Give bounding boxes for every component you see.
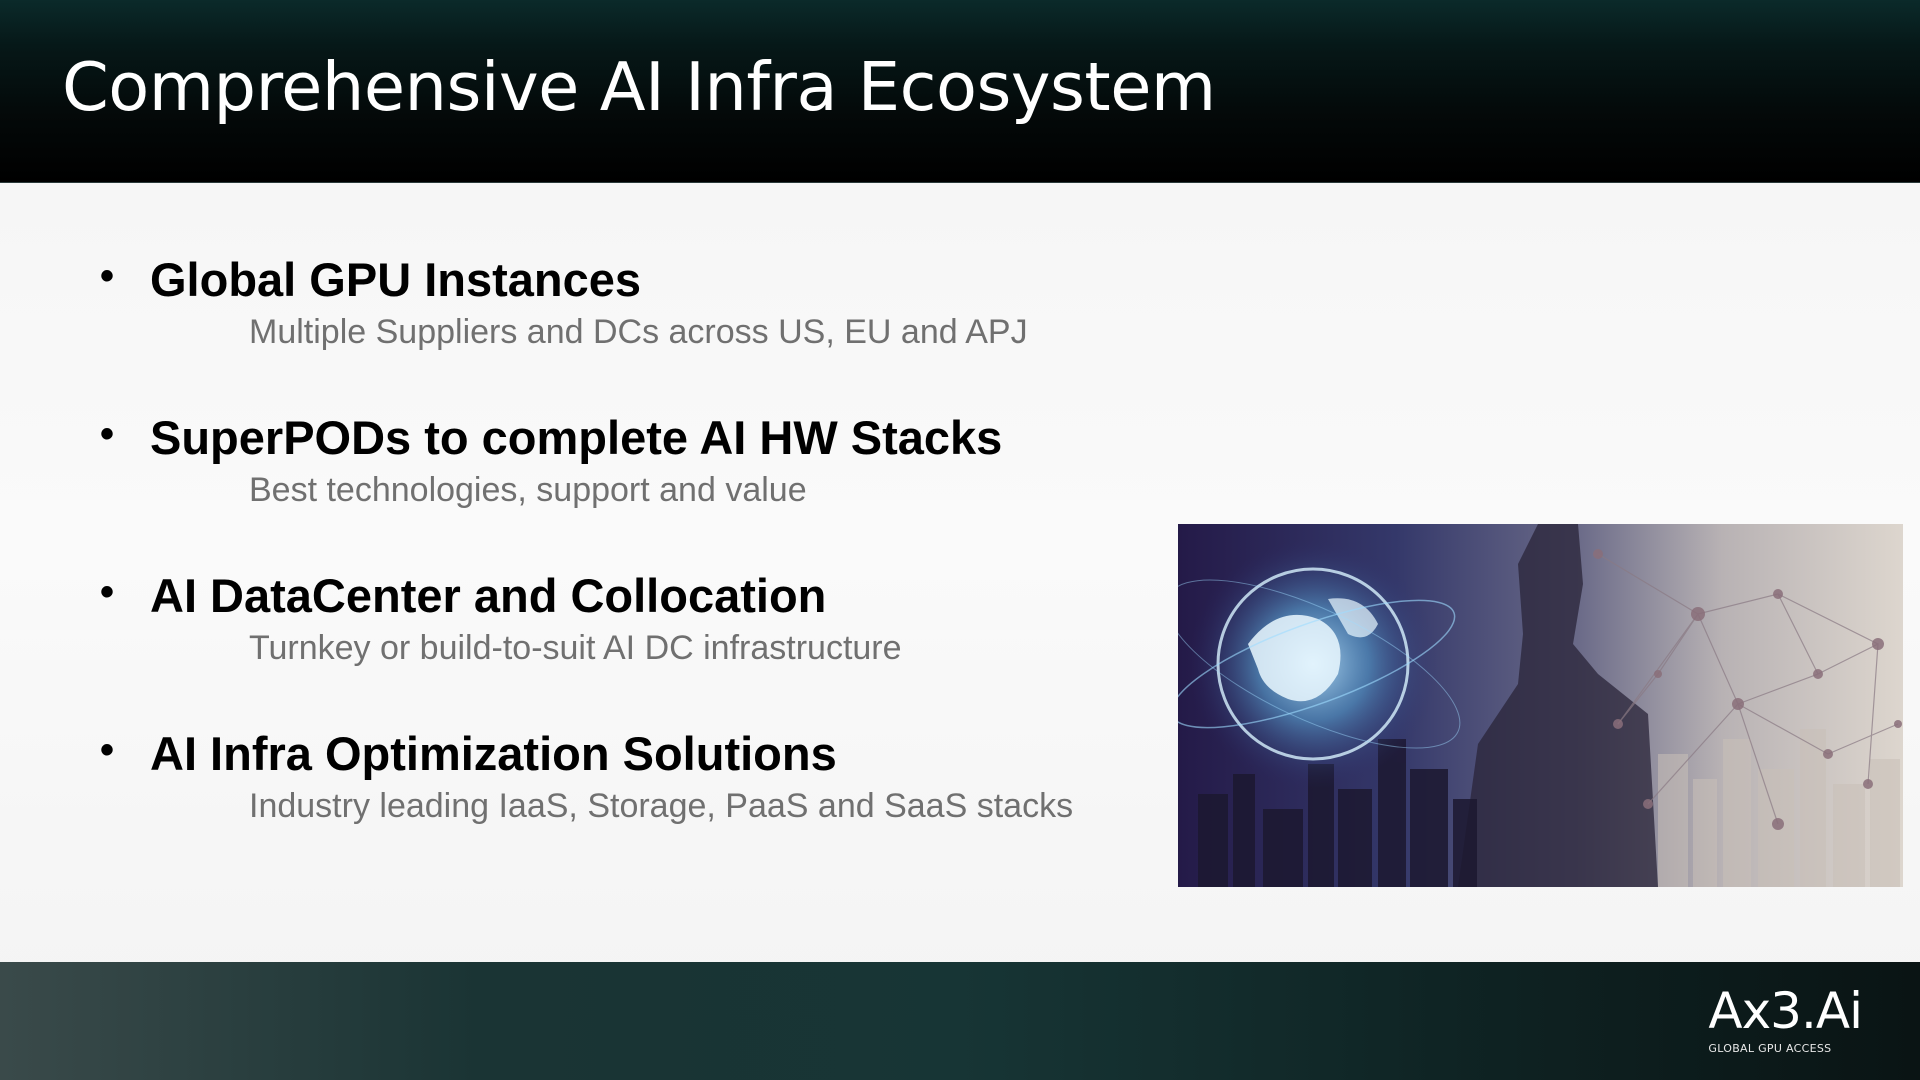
bullet-title: Global GPU Instances: [150, 253, 642, 306]
logo-tagline: GLOBAL GPU ACCESS: [1708, 1042, 1832, 1055]
list-item: • AI DataCenter and Collocation Turnkey …: [100, 566, 1150, 724]
bullet-icon: •: [100, 570, 115, 614]
globe-network-photo: [1178, 524, 1903, 887]
bullet-title: AI Infra Optimization Solutions: [150, 727, 837, 780]
bullet-title: AI DataCenter and Collocation: [150, 569, 827, 622]
company-logo: Ax3.Ai GLOBAL GPU ACCESS: [1708, 982, 1863, 1055]
bullet-icon: •: [100, 412, 115, 456]
slide: Comprehensive AI Infra Ecosystem • Globa…: [0, 0, 1920, 1080]
bullet-subtitle: Best technologies, support and value: [249, 471, 807, 509]
bullet-icon: •: [100, 254, 115, 298]
list-item: • SuperPODs to complete AI HW Stacks Bes…: [100, 408, 1150, 566]
bullet-subtitle: Industry leading IaaS, Storage, PaaS and…: [249, 787, 1074, 825]
bullet-icon: •: [100, 728, 115, 772]
list-item: • Global GPU Instances Multiple Supplier…: [100, 250, 1150, 408]
bullet-subtitle: Multiple Suppliers and DCs across US, EU…: [249, 313, 1028, 351]
slide-title: Comprehensive AI Infra Ecosystem: [62, 48, 1216, 126]
header-bar: Comprehensive AI Infra Ecosystem: [0, 0, 1920, 183]
globe-network-illustration: [1178, 524, 1903, 887]
footer-bar: Ax3.Ai GLOBAL GPU ACCESS: [0, 962, 1920, 1080]
bullet-subtitle: Turnkey or build-to-suit AI DC infrastru…: [249, 629, 902, 667]
bullet-title: SuperPODs to complete AI HW Stacks: [150, 411, 1003, 464]
list-item: • AI Infra Optimization Solutions Indust…: [100, 724, 1150, 882]
logo-text: Ax3.Ai: [1708, 982, 1863, 1040]
bullet-list: • Global GPU Instances Multiple Supplier…: [100, 250, 1150, 882]
